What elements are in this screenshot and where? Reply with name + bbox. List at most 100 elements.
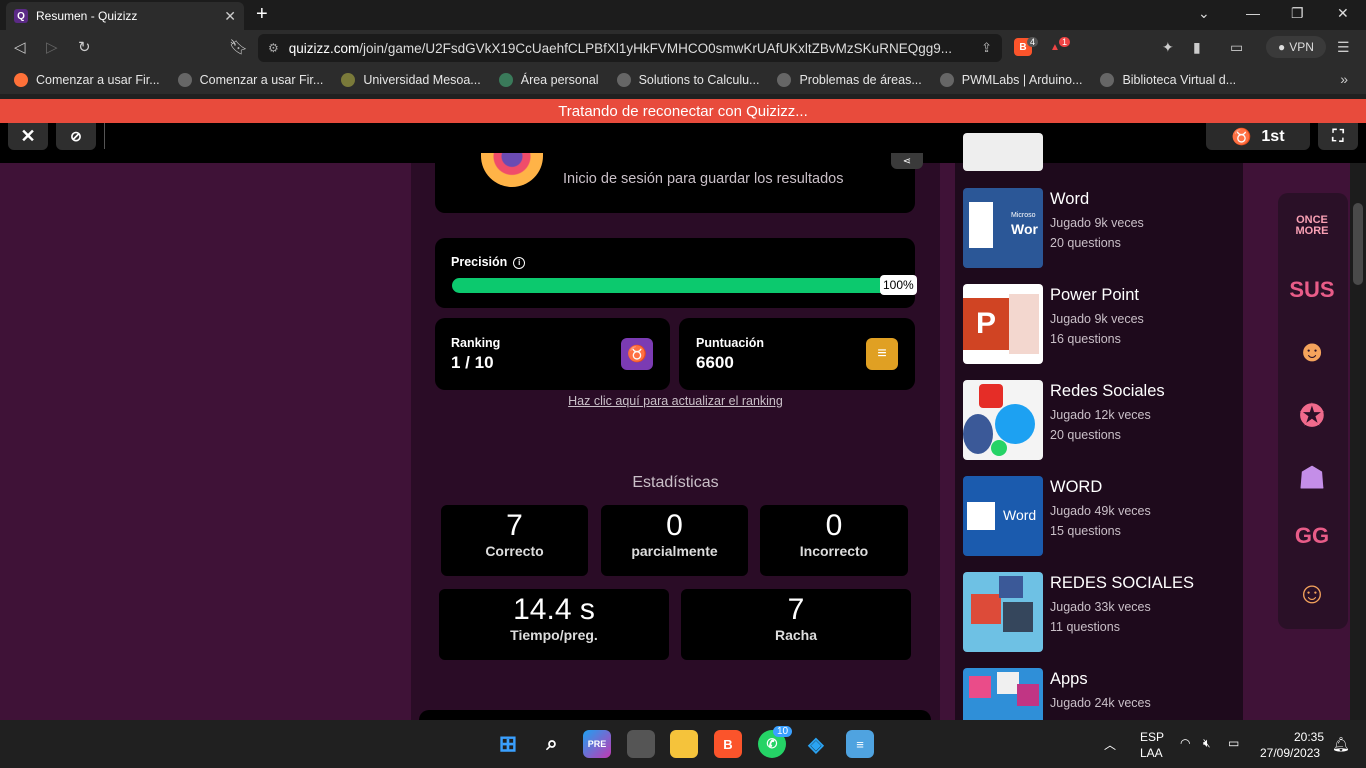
sticker-once-more[interactable]: ONCE MORE: [1287, 203, 1337, 249]
bookmark-item[interactable]: Universidad Mesoa...: [341, 73, 481, 87]
quiz-plays: Jugado 49k veces: [1050, 504, 1151, 518]
bookmark-item[interactable]: Solutions to Calculu...: [616, 73, 759, 87]
quiz-questions: 20 questions: [1050, 236, 1121, 250]
ranking-label: Ranking: [451, 336, 501, 350]
list-item[interactable]: Redes Sociales Jugado 12k veces 20 quest…: [963, 380, 1243, 460]
stat-label: Incorrecto: [799, 543, 869, 559]
minimize-icon[interactable]: —: [1246, 5, 1260, 21]
reload-icon[interactable]: ↻: [78, 38, 91, 56]
sidebar-icon[interactable]: ▮: [1193, 39, 1201, 56]
stat-label: parcialmente: [631, 543, 718, 559]
copilot-icon[interactable]: PRE: [583, 730, 611, 758]
bookmark-item[interactable]: Comenzar a usar Fir...: [14, 73, 160, 87]
slide-decoration: [1009, 294, 1039, 354]
list-item[interactable]: P Power Point Jugado 9k veces 16 questio…: [963, 284, 1243, 364]
fire-sticker-icon[interactable]: ✪: [1287, 393, 1337, 439]
notepad-icon[interactable]: ≡: [846, 730, 874, 758]
site-settings-icon[interactable]: ⚙: [268, 41, 279, 55]
menu-icon[interactable]: ☰: [1337, 39, 1350, 56]
bookmark-item[interactable]: Problemas de áreas...: [777, 73, 922, 87]
leo-ai-icon[interactable]: ✦: [1162, 39, 1174, 56]
browser-tab[interactable]: Q Resumen - Quizizz ✕: [6, 2, 244, 30]
mute-button[interactable]: ⊘: [56, 123, 96, 150]
window-close-icon[interactable]: ✕: [1337, 5, 1349, 22]
bookmark-item[interactable]: Área personal: [498, 73, 599, 87]
quiz-title: REDES SOCIALES: [1050, 574, 1194, 592]
show-hidden-icons[interactable]: ︿: [1104, 736, 1116, 753]
list-item[interactable]: Microso Wor Word Jugado 9k veces 20 ques…: [963, 188, 1243, 268]
quiz-title: Apps: [1050, 670, 1088, 688]
address-bar[interactable]: ⚙ quizizz.com/join/game/U2FsdGVkX19CcUae…: [258, 34, 1002, 62]
clock-date[interactable]: 27/09/2023: [1260, 746, 1320, 760]
avatar: [481, 153, 543, 187]
recommended-quizzes: Microso Wor Word Jugado 9k veces 20 ques…: [955, 133, 1243, 720]
quiz-title: Redes Sociales: [1050, 382, 1165, 400]
volume-muted-icon[interactable]: 🔇︎: [1203, 736, 1211, 751]
brave-browser-icon[interactable]: B: [714, 730, 742, 758]
battery-icon[interactable]: ▭: [1228, 736, 1239, 750]
language-bottom[interactable]: LAA: [1140, 746, 1163, 760]
exit-button[interactable]: ✕: [8, 123, 48, 150]
tab-list-icon[interactable]: ⌄: [1198, 5, 1210, 22]
gg-sticker-icon[interactable]: GG: [1287, 513, 1337, 559]
file-explorer-icon[interactable]: [670, 730, 698, 758]
search-icon[interactable]: ⌕: [538, 730, 566, 758]
fullscreen-button[interactable]: ⛶: [1318, 123, 1358, 150]
wifi-icon[interactable]: ◠: [1180, 736, 1190, 750]
quiz-thumbnail: P: [963, 284, 1043, 364]
list-item[interactable]: REDES SOCIALES Jugado 33k veces 11 quest…: [963, 572, 1243, 652]
bookmark-item[interactable]: PWMLabs | Arduino...: [939, 73, 1082, 87]
quiz-title: WORD: [1050, 478, 1103, 496]
globe-icon: [939, 73, 954, 87]
language-top[interactable]: ESP: [1140, 730, 1164, 744]
angry-face-sticker-icon[interactable]: ☻: [1287, 329, 1337, 375]
app-cube-icon: [997, 672, 1019, 694]
thumb-text: Wor: [1011, 221, 1038, 237]
stat-value: 0: [825, 509, 843, 542]
wallet-icon[interactable]: ▭: [1230, 39, 1243, 56]
page-scrollbar[interactable]: [1350, 163, 1366, 720]
vpn-button[interactable]: ● VPN: [1266, 36, 1326, 58]
login-prompt[interactable]: Inicio de sesión para guardar los result…: [563, 171, 844, 187]
ghost-sticker-icon[interactable]: ☗: [1287, 455, 1337, 501]
reaction-stickers: ONCE MORE SUS ☻ ✪ ☗ GG ☺: [1278, 193, 1348, 629]
info-icon[interactable]: i: [513, 256, 526, 269]
accuracy-progress-bar: [452, 278, 912, 293]
vscode-icon[interactable]: ◈: [802, 730, 830, 758]
new-tab-icon[interactable]: +: [256, 3, 268, 26]
globe-icon: [616, 73, 631, 87]
windows-start-icon[interactable]: ⊞: [494, 730, 522, 758]
list-item[interactable]: Apps Jugado 24k veces: [963, 668, 1243, 720]
login-card: Inicio de sesión para guardar los result…: [435, 153, 923, 213]
maximize-icon[interactable]: ❐: [1291, 5, 1304, 22]
quiz-summary-page: ✕ ⊘ ♉ 1st ⛶ Inicio de sesión para guardar…: [0, 123, 1366, 720]
task-view-icon[interactable]: [627, 730, 655, 758]
more-bookmarks-icon[interactable]: »: [1340, 71, 1348, 87]
refresh-ranking-link[interactable]: Haz clic aquí para actualizar el ranking: [411, 394, 940, 408]
scrollbar-thumb[interactable]: [1353, 203, 1363, 285]
quiz-plays: Jugado 12k veces: [1050, 408, 1151, 422]
rewards-count: 1: [1059, 37, 1071, 47]
notifications-icon[interactable]: 🔔︎: [1332, 736, 1350, 753]
sticker-sus[interactable]: SUS: [1287, 267, 1337, 313]
url-text[interactable]: quizizz.com/join/game/U2FsdGVkX19CcUaehf…: [289, 41, 981, 56]
bookmark-item[interactable]: Comenzar a usar Fir...: [177, 73, 323, 87]
share-icon[interactable]: ⇪: [981, 40, 992, 56]
tab-close-icon[interactable]: ✕: [224, 8, 236, 25]
clock-time[interactable]: 20:35: [1294, 730, 1324, 744]
list-item[interactable]: [963, 133, 1243, 173]
list-item[interactable]: Word WORD Jugado 49k veces 15 questions: [963, 476, 1243, 556]
bookmark-icon[interactable]: 🔖︎: [229, 38, 248, 56]
quiz-thumbnail: [963, 668, 1043, 720]
bookmark-item[interactable]: Biblioteca Virtual d...: [1100, 73, 1236, 87]
score-value: 6600: [696, 353, 734, 372]
share-button[interactable]: ⋖: [891, 153, 923, 169]
laughing-sticker-icon[interactable]: ☺: [1287, 571, 1337, 617]
back-icon[interactable]: ◁: [14, 38, 26, 56]
forward-icon[interactable]: ▷: [46, 38, 58, 56]
quiz-plays: Jugado 9k veces: [1050, 216, 1144, 230]
stat-value: 0: [666, 509, 683, 542]
word-doc-icon: [969, 202, 993, 248]
quiz-thumbnail: [963, 572, 1043, 652]
quiz-plays: Jugado 9k veces: [1050, 312, 1144, 326]
